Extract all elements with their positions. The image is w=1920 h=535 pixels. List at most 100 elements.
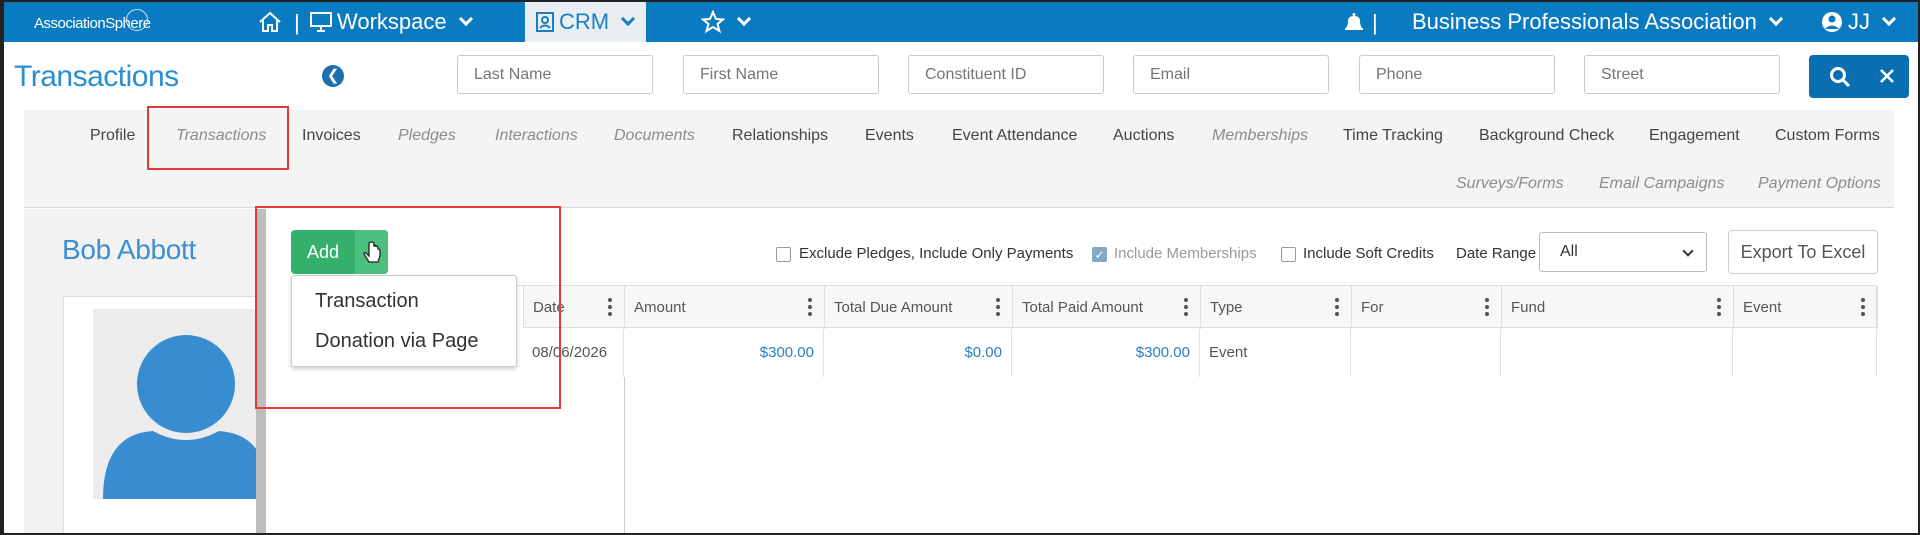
column-event-label: Event bbox=[1743, 299, 1782, 316]
app-window: AssociationSphere | Workspace CRM | Busi… bbox=[0, 0, 1920, 535]
include-soft-credits-checkbox[interactable] bbox=[1281, 247, 1296, 262]
menu-item-donation-via-page[interactable]: Donation via Page bbox=[315, 330, 478, 353]
tab-time-tracking[interactable]: Time Tracking bbox=[1343, 127, 1443, 145]
cell-event bbox=[1733, 329, 1877, 377]
column-amount[interactable]: Amount bbox=[625, 286, 825, 329]
workspace-label: Workspace bbox=[337, 9, 447, 34]
user-menu[interactable]: JJ bbox=[1821, 2, 1897, 42]
tab-invoices[interactable]: Invoices bbox=[302, 127, 361, 145]
street-input[interactable] bbox=[1584, 55, 1780, 94]
favorites-menu[interactable] bbox=[701, 2, 752, 42]
date-range-select[interactable]: All bbox=[1539, 232, 1707, 272]
include-memberships-checkbox[interactable]: ✓ bbox=[1092, 247, 1107, 262]
user-avatar-icon bbox=[1822, 12, 1842, 32]
nav-separator: | bbox=[1372, 10, 1378, 35]
tab-events[interactable]: Events bbox=[865, 127, 914, 145]
exclude-pledges-checkbox[interactable] bbox=[776, 247, 791, 262]
close-icon[interactable] bbox=[1879, 68, 1895, 89]
cell-total-due[interactable]: $0.00 bbox=[824, 329, 1012, 377]
column-menu-icon[interactable] bbox=[608, 298, 612, 316]
highlight-transactions-tab bbox=[147, 106, 289, 170]
column-type[interactable]: Type bbox=[1201, 286, 1352, 329]
column-menu-icon[interactable] bbox=[1717, 298, 1721, 316]
bell-icon[interactable] bbox=[1342, 2, 1366, 42]
constituent-id-input[interactable] bbox=[908, 55, 1104, 94]
cell-amount[interactable]: $300.00 bbox=[624, 329, 824, 377]
column-event[interactable]: Event bbox=[1734, 286, 1878, 329]
include-memberships-label: Include Memberships bbox=[1114, 245, 1257, 262]
date-range-label: Date Range bbox=[1456, 245, 1537, 262]
tab-pledges[interactable]: Pledges bbox=[398, 127, 456, 145]
user-initials: JJ bbox=[1848, 9, 1870, 34]
tab-payment-options[interactable]: Payment Options bbox=[1758, 175, 1881, 193]
chevron-down-icon bbox=[621, 11, 636, 27]
cell-total-paid[interactable]: $300.00 bbox=[1012, 329, 1200, 377]
tab-engagement[interactable]: Engagement bbox=[1649, 127, 1740, 145]
column-menu-icon[interactable] bbox=[996, 298, 1000, 316]
page-title: Transactions bbox=[14, 60, 179, 93]
chevron-down-icon bbox=[1768, 11, 1783, 27]
column-menu-icon[interactable] bbox=[1335, 298, 1339, 316]
nav-separator: | bbox=[294, 10, 300, 35]
column-type-label: Type bbox=[1210, 299, 1243, 316]
back-arrow-icon[interactable]: ❮ bbox=[322, 65, 344, 87]
tab-memberships[interactable]: Memberships bbox=[1212, 127, 1308, 145]
column-menu-icon[interactable] bbox=[1184, 298, 1188, 316]
column-menu-icon[interactable] bbox=[1861, 298, 1865, 316]
last-name-input[interactable] bbox=[457, 55, 653, 94]
tab-auctions[interactable]: Auctions bbox=[1113, 127, 1174, 145]
tab-relationships[interactable]: Relationships bbox=[732, 127, 828, 145]
column-for-label: For bbox=[1361, 299, 1384, 316]
column-total-due-label: Total Due Amount bbox=[834, 299, 953, 316]
globe-icon bbox=[126, 9, 148, 31]
tab-event-attendance[interactable]: Event Attendance bbox=[952, 127, 1077, 145]
search-icon[interactable] bbox=[1829, 66, 1851, 93]
column-total-due[interactable]: Total Due Amount bbox=[825, 286, 1013, 329]
export-to-excel-button[interactable]: Export To Excel bbox=[1728, 230, 1878, 274]
column-menu-icon[interactable] bbox=[1485, 298, 1489, 316]
column-fund-label: Fund bbox=[1511, 299, 1546, 316]
cell-for bbox=[1351, 329, 1501, 377]
column-menu-icon[interactable] bbox=[808, 298, 812, 316]
date-range-value: All bbox=[1560, 243, 1578, 260]
home-icon[interactable] bbox=[258, 2, 282, 42]
chevron-down-icon bbox=[736, 11, 752, 27]
workspace-menu[interactable]: Workspace bbox=[309, 2, 473, 42]
crm-label: CRM bbox=[559, 9, 610, 34]
monitor-icon bbox=[310, 12, 332, 32]
cell-type: Event bbox=[1200, 329, 1351, 377]
chevron-down-icon bbox=[1881, 11, 1897, 27]
top-navbar: AssociationSphere | Workspace CRM | Busi… bbox=[4, 2, 1918, 42]
search-actions bbox=[1809, 55, 1909, 98]
email-input[interactable] bbox=[1133, 55, 1329, 94]
record-tabs bbox=[24, 110, 1894, 208]
column-amount-label: Amount bbox=[634, 299, 686, 316]
menu-item-transaction[interactable]: Transaction bbox=[315, 290, 419, 313]
cell-fund bbox=[1501, 329, 1733, 377]
tab-background-check[interactable]: Background Check bbox=[1479, 127, 1614, 145]
phone-input[interactable] bbox=[1359, 55, 1555, 94]
person-placeholder-icon bbox=[103, 335, 257, 499]
tab-custom-forms[interactable]: Custom Forms bbox=[1775, 127, 1880, 145]
column-fund[interactable]: Fund bbox=[1502, 286, 1734, 329]
column-for[interactable]: For bbox=[1352, 286, 1502, 329]
app-logo[interactable]: AssociationSphere bbox=[30, 8, 152, 36]
contact-card-icon bbox=[536, 12, 554, 32]
organization-menu[interactable]: Business Professionals Association bbox=[1412, 2, 1783, 42]
crm-menu[interactable]: CRM bbox=[525, 2, 646, 42]
tab-surveys-forms[interactable]: Surveys/Forms bbox=[1456, 175, 1564, 193]
grid-column-divider bbox=[624, 377, 625, 533]
tab-profile[interactable]: Profile bbox=[90, 127, 135, 145]
column-total-paid[interactable]: Total Paid Amount bbox=[1013, 286, 1201, 329]
tab-documents[interactable]: Documents bbox=[614, 127, 695, 145]
tab-email-campaigns[interactable]: Email Campaigns bbox=[1599, 175, 1724, 193]
star-icon bbox=[701, 10, 725, 34]
chevron-down-icon bbox=[1682, 245, 1694, 257]
constituent-name: Bob Abbott bbox=[62, 234, 197, 265]
first-name-input[interactable] bbox=[683, 55, 879, 94]
column-total-paid-label: Total Paid Amount bbox=[1022, 299, 1143, 316]
tab-interactions[interactable]: Interactions bbox=[495, 127, 578, 145]
exclude-pledges-label: Exclude Pledges, Include Only Payments bbox=[799, 245, 1074, 262]
include-soft-credits-label: Include Soft Credits bbox=[1303, 245, 1434, 262]
add-dropdown-menu: Transaction Donation via Page bbox=[291, 275, 517, 367]
